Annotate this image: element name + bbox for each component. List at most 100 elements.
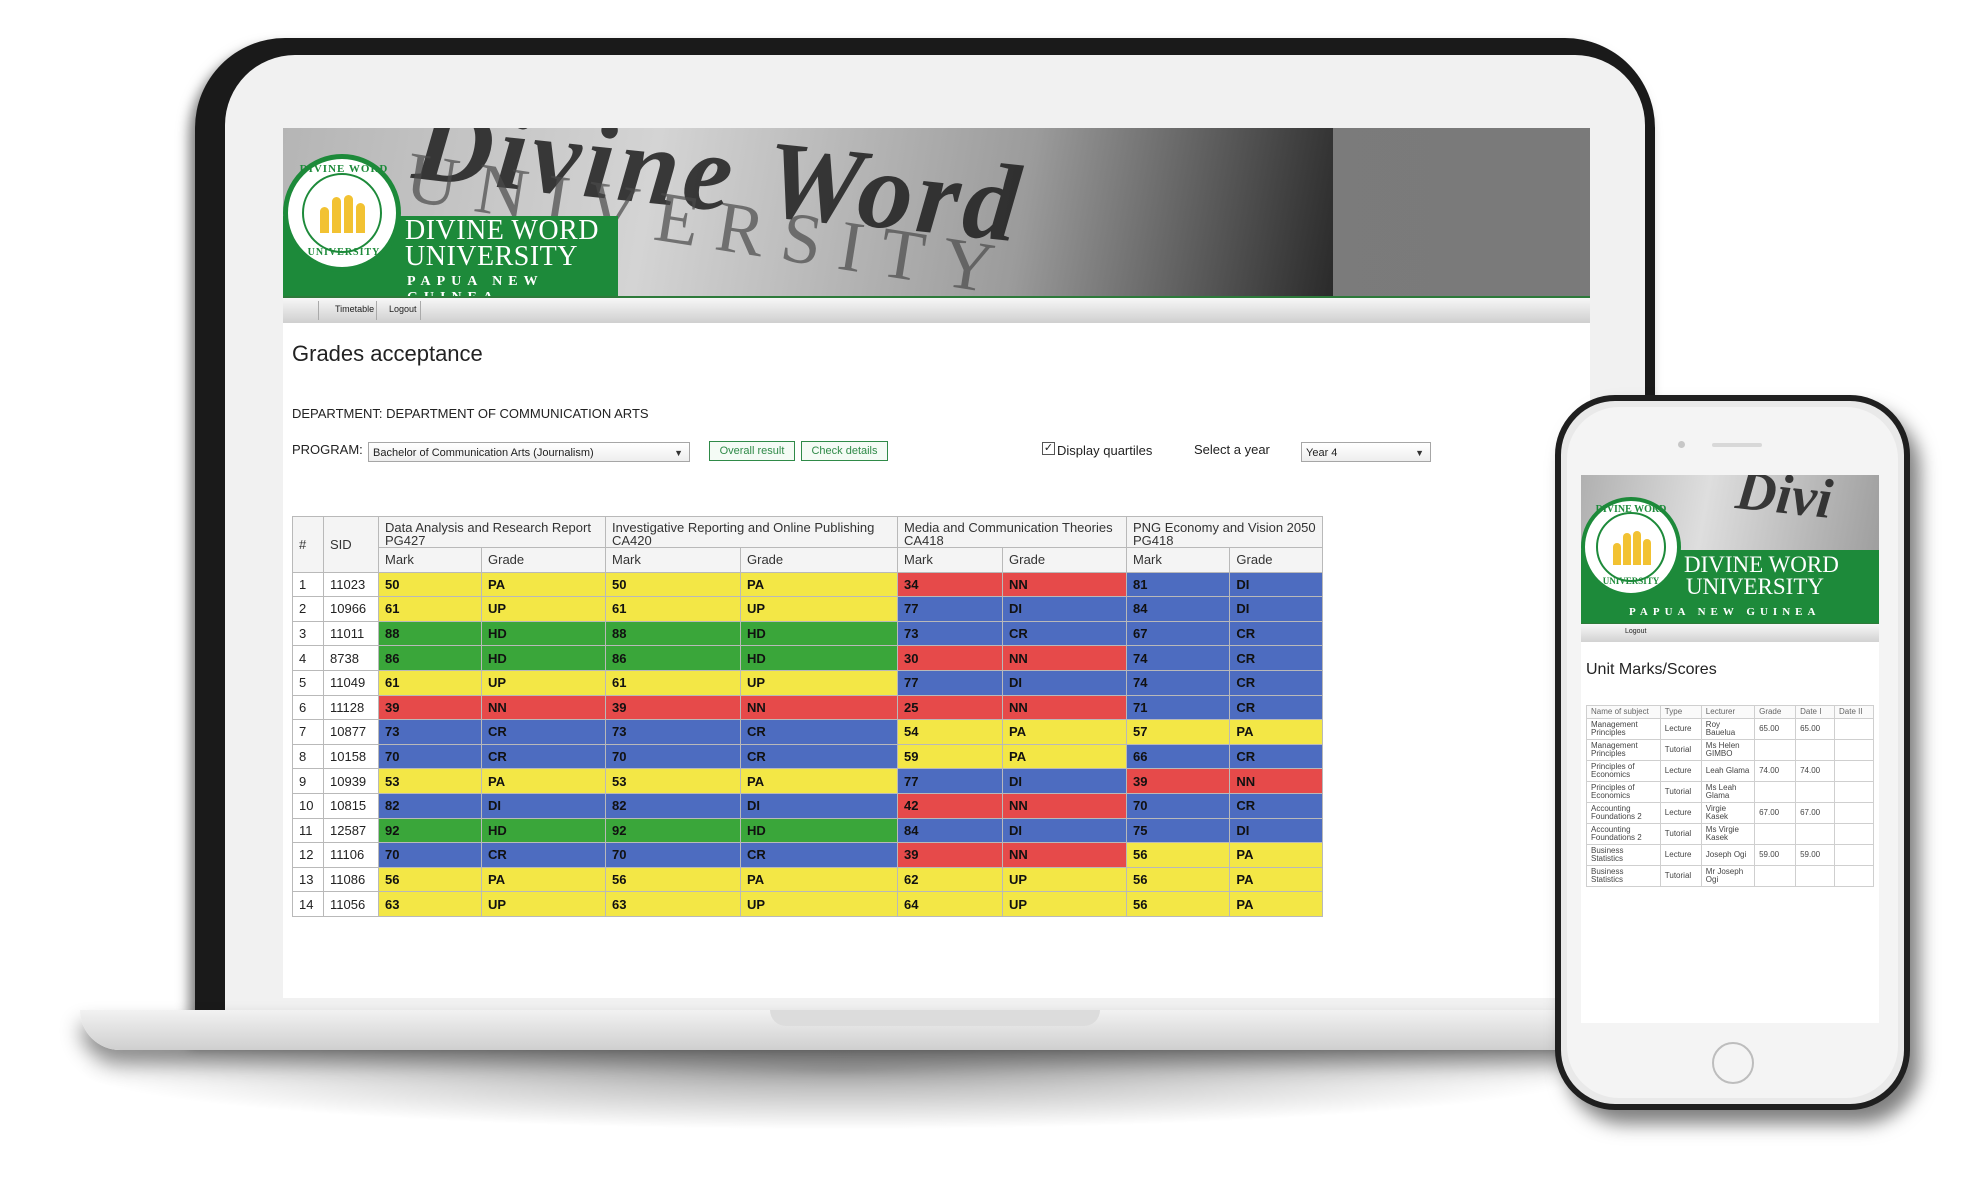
- seal-bottom-text: UNIVERSITY: [1602, 576, 1660, 586]
- grade-cell: PA: [1002, 719, 1127, 745]
- table-cell: Tutorial: [1659, 739, 1702, 761]
- table-cell: Ms Virgie Kasek: [1700, 823, 1756, 845]
- table-cell: Ms Helen GIMBO: [1700, 739, 1756, 761]
- unit-marks-table: Name of subject Type Lecturer Grade Date I Da…: [1586, 705, 1874, 887]
- table-cell: [1834, 760, 1874, 782]
- mark-cell: 82: [378, 792, 482, 819]
- grade-cell: PA: [1229, 719, 1323, 745]
- mobile-nav-logout-link[interactable]: Logout: [1625, 628, 1646, 635]
- unit-marks-column-header: Name of subject: [1586, 705, 1661, 719]
- mark-cell: 70: [1125, 792, 1231, 819]
- display-quartiles-checkbox[interactable]: ✓: [1042, 442, 1055, 455]
- mark-cell: 70: [378, 842, 482, 868]
- mark-cell: 42: [897, 792, 1003, 819]
- mark-header: Mark: [897, 547, 1003, 573]
- grade-cell: UP: [1002, 866, 1127, 893]
- mark-cell: 70: [605, 743, 741, 770]
- grade-cell: PA: [740, 866, 898, 893]
- mark-cell: 34: [897, 571, 1003, 598]
- row-sid: 10158: [323, 743, 379, 770]
- grade-cell: CR: [481, 719, 606, 745]
- year-select[interactable]: Year 4 ▼: [1301, 442, 1431, 462]
- grade-cell: PA: [1229, 891, 1323, 917]
- row-index: 4: [292, 645, 324, 671]
- mark-cell: 77: [897, 669, 1003, 696]
- grade-cell: CR: [740, 719, 898, 745]
- row-sid: 12587: [323, 817, 379, 844]
- table-cell: Lecture: [1659, 802, 1702, 824]
- mark-cell: 54: [897, 719, 1003, 745]
- table-cell: 67.00: [1754, 802, 1797, 824]
- chevron-down-icon: ▼: [1415, 448, 1424, 458]
- grade-header: Grade: [740, 547, 898, 573]
- table-cell: 59.00: [1754, 844, 1797, 866]
- table-cell: Management Principles: [1586, 739, 1661, 761]
- seal-pillars-icon: [1613, 531, 1653, 565]
- table-cell: [1834, 823, 1874, 845]
- table-cell: [1834, 739, 1874, 761]
- table-cell: Lecture: [1659, 760, 1702, 782]
- nav-separator: [376, 301, 377, 320]
- check-details-button[interactable]: Check details: [801, 441, 888, 461]
- table-row: Business Statistics Tutorial Mr Joseph Ogi: [1586, 865, 1874, 887]
- row-index: 14: [292, 891, 324, 917]
- grade-cell: HD: [481, 620, 606, 647]
- program-select[interactable]: Bachelor of Communication Arts (Journali…: [368, 442, 690, 462]
- table-cell: [1795, 739, 1836, 761]
- grades-subheader-row: Mark Grade Mark Grade Mark Grade Mark Gr…: [293, 547, 1323, 573]
- mark-cell: 92: [378, 817, 482, 844]
- brand-subtitle: PAPUA NEW GUINEA: [407, 274, 544, 296]
- home-button[interactable]: [1712, 1042, 1754, 1084]
- year-select-value: Year 4: [1306, 447, 1338, 459]
- grade-cell: CR: [481, 842, 606, 868]
- mark-cell: 67: [1125, 620, 1231, 647]
- overall-result-button[interactable]: Overall result: [709, 441, 795, 461]
- table-cell: 59.00: [1795, 844, 1836, 866]
- nav-logout-link[interactable]: Logout: [383, 302, 423, 316]
- nav-timetable-link[interactable]: Timetable: [329, 302, 380, 316]
- mark-cell: 84: [897, 817, 1003, 844]
- grade-header: Grade: [481, 547, 606, 573]
- program-label: PROGRAM:: [292, 442, 363, 457]
- mark-cell: 64: [897, 891, 1003, 917]
- table-cell: Roy Bauelua: [1700, 718, 1756, 740]
- grade-cell: DI: [1002, 817, 1127, 844]
- grade-cell: UP: [740, 669, 898, 696]
- mark-cell: 74: [1125, 669, 1231, 696]
- mobile-brand-name-line2: UNIVERSITY: [1686, 574, 1824, 599]
- unit-marks-column-header: Date I: [1795, 705, 1836, 719]
- table-cell: [1834, 802, 1874, 824]
- subject-code: CA418: [904, 533, 944, 548]
- row-sid: 10877: [323, 719, 379, 745]
- unit-marks-header-row: Name of subject Type Lecturer Grade Date I Da…: [1586, 705, 1874, 719]
- table-row: Management Principles Tutorial Ms Helen GI…: [1586, 739, 1874, 761]
- subject-code: PG418: [1133, 533, 1174, 548]
- row-sid: 11128: [323, 694, 379, 721]
- mark-header: Mark: [1125, 547, 1231, 573]
- table-row: 3 11011 88 HD 88 HD 73 CR 67 CR: [292, 620, 1323, 647]
- table-row: 2 10966 61 UP 61 UP 77 DI 84 DI: [292, 596, 1323, 622]
- subject-header: Data Analysis and Research Report PG427: [378, 516, 606, 548]
- mobile-brand-name-line1: DIVINE WORD: [1684, 552, 1839, 577]
- row-index: 6: [292, 694, 324, 721]
- grade-cell: DI: [740, 792, 898, 819]
- table-cell: Business Statistics: [1586, 865, 1661, 887]
- brand-name: DIVINE WORD UNIVERSITY: [405, 217, 599, 271]
- grade-cell: CR: [740, 842, 898, 868]
- mark-header: Mark: [605, 547, 741, 573]
- grade-cell: NN: [1002, 571, 1127, 598]
- mark-cell: 92: [605, 817, 741, 844]
- mark-cell: 39: [1125, 768, 1231, 794]
- row-index: 13: [292, 866, 324, 893]
- grade-cell: DI: [1002, 596, 1127, 622]
- table-row: 8 10158 70 CR 70 CR 59 PA 66 CR: [292, 743, 1323, 770]
- mobile-page-title: Unit Marks/Scores: [1586, 661, 1717, 678]
- table-cell: [1795, 865, 1836, 887]
- mark-cell: 63: [378, 891, 482, 917]
- grade-cell: DI: [1002, 669, 1127, 696]
- grade-cell: UP: [740, 596, 898, 622]
- mark-cell: 81: [1125, 571, 1231, 598]
- table-cell: [1834, 844, 1874, 866]
- mobile-nav-bar: Logout: [1581, 623, 1879, 642]
- mark-cell: 57: [1125, 719, 1231, 745]
